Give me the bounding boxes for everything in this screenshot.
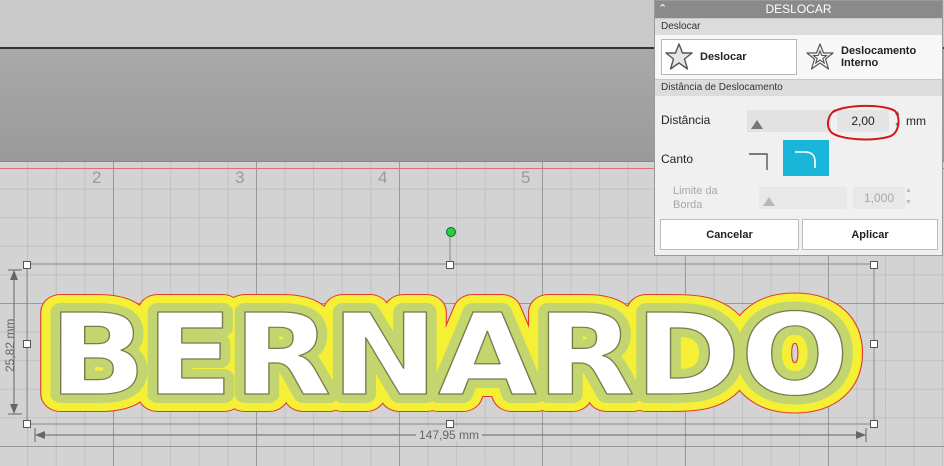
- edge-limit-spin-down-icon[interactable]: ▼: [905, 199, 912, 207]
- annotation-circle: [826, 104, 900, 141]
- edge-limit-label-line1: Limite da: [673, 185, 718, 197]
- resize-handle[interactable]: [870, 261, 878, 269]
- edge-limit-input[interactable]: 1,000: [853, 187, 905, 209]
- rotate-handle[interactable]: [446, 227, 456, 237]
- section-header-distance: Distância de Deslocamento: [655, 79, 942, 96]
- corner-round-button[interactable]: [783, 140, 829, 176]
- panel-title: DESLOCAR: [765, 2, 832, 16]
- letter-fill-layer: BERNARDO: [49, 291, 849, 421]
- resize-handle[interactable]: [23, 420, 31, 428]
- resize-handle[interactable]: [446, 420, 454, 428]
- panel-title-bar: ⌃ DESLOCAR: [655, 1, 942, 18]
- corner-sharp-button[interactable]: [739, 144, 773, 176]
- distance-slider[interactable]: [747, 110, 831, 132]
- distance-unit: mm: [906, 114, 926, 128]
- offset-panel: ⌃ DESLOCAR Deslocar Deslocar Deslocament…: [654, 0, 943, 256]
- width-dimension-label: 147,95 mm: [416, 428, 483, 442]
- resize-handle[interactable]: [870, 340, 878, 348]
- resize-handle[interactable]: [870, 420, 878, 428]
- section-header-mode: Deslocar: [655, 18, 942, 35]
- apply-button[interactable]: Aplicar: [802, 219, 938, 250]
- offset-mode-row: Deslocar Deslocamento Interno: [655, 35, 942, 79]
- sharp-corner-icon: [749, 153, 768, 170]
- corner-label: Canto: [661, 152, 694, 166]
- slider-thumb[interactable]: [763, 197, 775, 206]
- edge-limit-label-line2: Borda: [673, 199, 703, 211]
- cancel-button[interactable]: Cancelar: [660, 219, 799, 250]
- internal-offset-label-line2: Interno: [841, 57, 879, 69]
- internal-offset-mode-button[interactable]: Deslocamento Interno: [803, 39, 939, 75]
- offset-mode-label: Deslocar: [700, 51, 747, 63]
- distance-label: Distância: [661, 113, 711, 127]
- resize-handle[interactable]: [23, 340, 31, 348]
- resize-handle[interactable]: [446, 261, 454, 269]
- star-internal-offset-icon: [806, 43, 834, 70]
- internal-offset-label-line1: Deslocamento: [841, 45, 917, 57]
- offset-mode-button[interactable]: Deslocar: [661, 39, 797, 75]
- collapse-chevron-icon[interactable]: ⌃: [658, 1, 667, 18]
- edge-limit-label: Limite da Borda: [673, 184, 718, 212]
- edge-limit-spin-up-icon[interactable]: ▲: [905, 187, 912, 195]
- slider-thumb[interactable]: [751, 120, 763, 129]
- round-corner-icon: [795, 151, 816, 168]
- height-dimension-label: 25,82 mm: [3, 318, 17, 372]
- edge-limit-slider[interactable]: [759, 187, 847, 209]
- resize-handle[interactable]: [23, 261, 31, 269]
- star-offset-icon: [665, 43, 693, 70]
